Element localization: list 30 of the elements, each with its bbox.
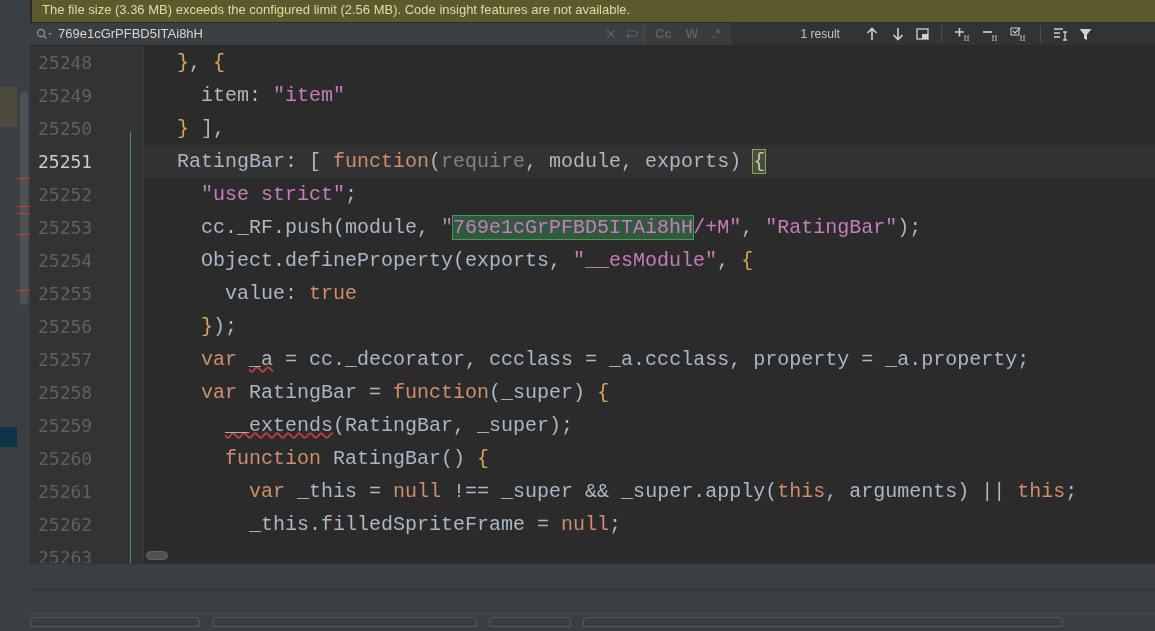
line-number: 25251	[38, 150, 93, 174]
search-option-toggle[interactable]: .*	[709, 24, 723, 44]
code-line: RatingBar: [ function(require, module, exports) {	[176, 149, 766, 175]
code-line: } ],	[176, 116, 226, 142]
add-selection-icon[interactable]	[953, 27, 972, 41]
code-line: item: "item"	[200, 83, 346, 109]
filter-icon[interactable]	[1078, 27, 1092, 41]
code-line: __extends(RatingBar, _super);	[224, 413, 574, 439]
code-line: "use strict";	[200, 182, 358, 208]
code-line: });	[200, 314, 238, 340]
horizontal-scrollbar[interactable]	[146, 551, 168, 560]
code-line: value: true	[224, 281, 358, 307]
result-count: 1 result	[800, 26, 840, 43]
code-line: Object.defineProperty(exports, "__esModule", {	[200, 248, 754, 274]
code-line: _this.filledSpriteFrame = null;	[248, 512, 622, 538]
code-line: function RatingBar() {	[224, 446, 490, 472]
search-icon	[36, 28, 54, 40]
multiline-icon[interactable]	[1052, 27, 1069, 41]
code-line: cc._RF.push(module, "769e1cGrPFBD5ITAi8hH/+M", "RatingBar");	[200, 215, 922, 241]
code-line: var _this = null !== _super && _super.apply(this, arguments) || this;	[248, 479, 1078, 505]
code-line: var _a = cc._decorator, ccclass = _a.ccclass, property = _a.property;	[200, 347, 1030, 373]
window-icon[interactable]	[915, 28, 929, 40]
arrow-up-icon[interactable]	[865, 27, 878, 41]
select-all-icon[interactable]	[1009, 27, 1028, 41]
arrow-down-icon[interactable]	[891, 27, 904, 41]
sidebar-marker	[0, 427, 17, 447]
code-line: }, {	[176, 50, 226, 76]
warning-banner: The file size (3.36 MB) exceeds the configured limit (2.56 MB). Code insight features are not available.	[32, 0, 1155, 22]
code-line: var RatingBar = function(_super) {	[200, 380, 610, 406]
scrollbar[interactable]	[20, 92, 28, 305]
